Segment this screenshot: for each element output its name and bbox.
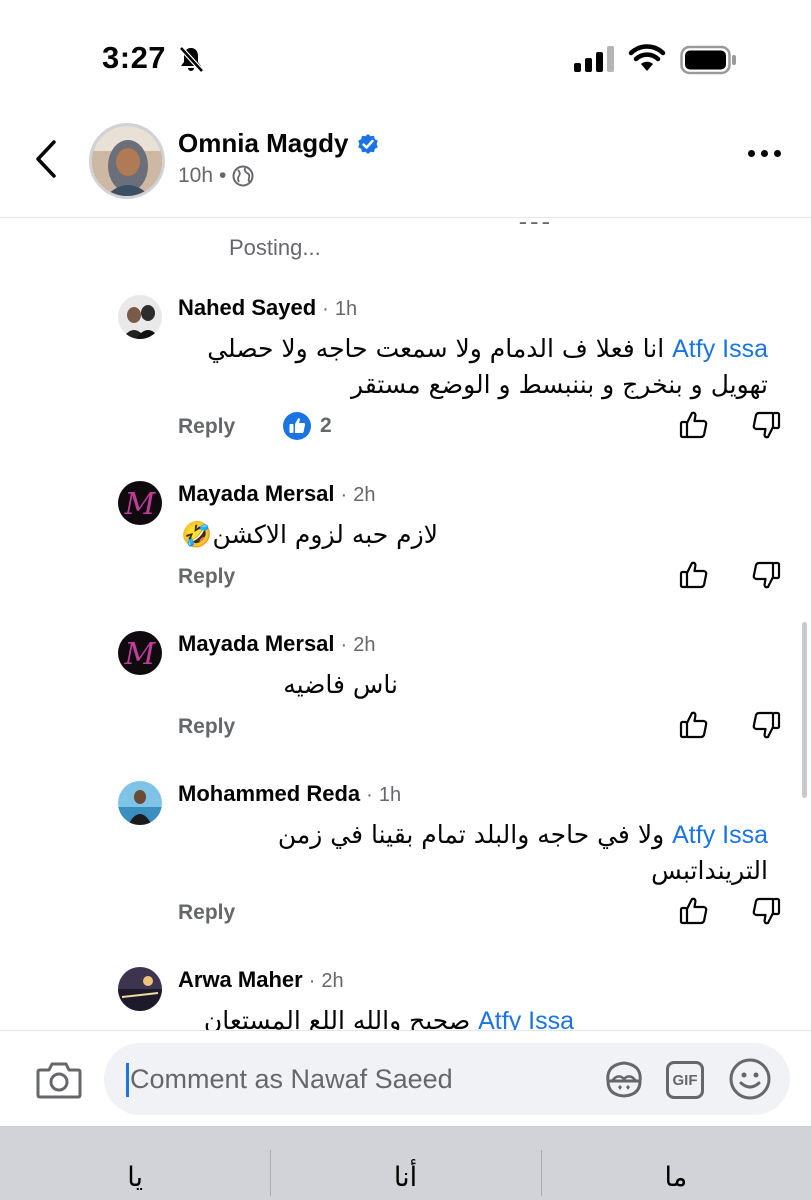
commenter-name[interactable]: Nahed Sayed bbox=[178, 295, 316, 321]
back-button[interactable] bbox=[26, 136, 66, 182]
keyboard-suggestions: يا أنا ما bbox=[0, 1126, 811, 1200]
commenter-avatar[interactable] bbox=[118, 295, 162, 339]
verified-badge-icon bbox=[358, 133, 379, 154]
thumbs-down-icon[interactable] bbox=[750, 409, 782, 441]
gif-label: GIF bbox=[672, 1071, 698, 1089]
camera-icon[interactable] bbox=[36, 1061, 82, 1099]
bell-off-icon bbox=[179, 46, 204, 73]
commenter-name[interactable]: Mayada Mersal bbox=[178, 631, 335, 657]
commenter-name[interactable]: Mohammed Reda bbox=[178, 781, 360, 807]
commenter-avatar[interactable] bbox=[118, 967, 162, 1011]
posting-status: Posting... bbox=[229, 235, 321, 260]
svg-text:M: M bbox=[124, 487, 157, 522]
thumbs-up-icon[interactable] bbox=[678, 709, 710, 741]
avatar-sticker-icon[interactable] bbox=[602, 1059, 646, 1099]
reply-button[interactable]: Reply bbox=[178, 901, 235, 925]
reply-button[interactable]: Reply bbox=[178, 715, 235, 739]
author-avatar[interactable] bbox=[89, 123, 165, 199]
thumbs-up-icon[interactable] bbox=[678, 559, 710, 591]
suggestion-item[interactable]: يا bbox=[0, 1126, 270, 1200]
comment-text: لازم حبه لزوم الاكشن🤣 bbox=[181, 520, 438, 549]
scrollbar[interactable] bbox=[802, 622, 807, 798]
svg-text:M: M bbox=[124, 637, 157, 672]
comment-time[interactable]: 1h bbox=[379, 784, 401, 807]
reply-button[interactable]: Reply bbox=[178, 415, 235, 439]
thumbs-down-icon[interactable] bbox=[750, 709, 782, 741]
comment-text: Atfy Issa صحيح والله اللع المستعان bbox=[178, 1003, 574, 1031]
comment-time[interactable]: 2h bbox=[321, 970, 343, 993]
emoji-icon[interactable] bbox=[728, 1057, 772, 1101]
globe-icon bbox=[232, 165, 254, 187]
chevron-left-icon bbox=[36, 140, 56, 178]
commenter-name[interactable]: Arwa Maher bbox=[178, 967, 303, 993]
gif-button[interactable]: GIF bbox=[666, 1061, 704, 1099]
reaction-summary[interactable]: 2 bbox=[282, 411, 332, 441]
reply-button[interactable]: Reply bbox=[178, 565, 235, 589]
suggestion-item[interactable]: أنا bbox=[270, 1126, 540, 1200]
comment-composer: Comment as Nawaf Saeed GIF bbox=[0, 1030, 811, 1126]
like-reaction-icon bbox=[283, 412, 311, 440]
thumbs-up-icon[interactable] bbox=[678, 895, 710, 927]
more-options-button[interactable] bbox=[748, 150, 781, 157]
thumbs-up-icon[interactable] bbox=[678, 409, 710, 441]
comment-time[interactable]: 2h bbox=[353, 634, 375, 657]
suggestion-item[interactable]: ما bbox=[540, 1126, 811, 1200]
wifi-icon bbox=[628, 44, 666, 71]
thumbs-down-icon[interactable] bbox=[750, 895, 782, 927]
author-photo bbox=[92, 126, 162, 196]
comment-time[interactable]: 2h bbox=[353, 484, 375, 507]
clipped-text: ـ ـ ـ bbox=[520, 219, 549, 230]
commenter-avatar[interactable]: M bbox=[118, 631, 162, 675]
mention-link[interactable]: Atfy Issa bbox=[672, 335, 768, 363]
comment-input[interactable]: Comment as Nawaf Saeed GIF bbox=[104, 1043, 790, 1115]
post-header: Omnia Magdy 10h • bbox=[0, 110, 811, 218]
author-name[interactable]: Omnia Magdy bbox=[178, 128, 348, 159]
meta-separator: • bbox=[219, 164, 227, 187]
reaction-count: 2 bbox=[320, 414, 332, 437]
comment-time[interactable]: 1h bbox=[335, 298, 357, 321]
status-time: 3:27 bbox=[102, 40, 167, 75]
thumbs-down-icon[interactable] bbox=[750, 559, 782, 591]
battery-icon bbox=[680, 45, 736, 75]
commenter-avatar[interactable] bbox=[118, 781, 162, 825]
mention-link[interactable]: Atfy Issa bbox=[672, 821, 768, 849]
commenter-avatar[interactable]: M bbox=[118, 481, 162, 525]
cellular-signal-icon bbox=[574, 46, 614, 72]
comment-text: ناس فاضيه bbox=[283, 670, 398, 699]
mention-link[interactable]: Atfy Issa bbox=[478, 1007, 574, 1031]
comment-text: Atfy Issa انا فعلا ف الدمام ولا سمعت حاج… bbox=[207, 334, 768, 399]
comments-list[interactable]: ـ ـ ـ Posting... Nahed Sayed · 1h Atfy I… bbox=[0, 219, 811, 1031]
commenter-name[interactable]: Mayada Mersal bbox=[178, 481, 335, 507]
text-caret bbox=[126, 1063, 129, 1097]
comment-placeholder: Comment as Nawaf Saeed bbox=[130, 1064, 453, 1094]
status-bar: 3:27 bbox=[0, 0, 811, 110]
comment-text: Atfy Issa ولا في حاجه والبلد تمام بقينا … bbox=[277, 820, 768, 885]
post-time[interactable]: 10h bbox=[178, 164, 213, 188]
